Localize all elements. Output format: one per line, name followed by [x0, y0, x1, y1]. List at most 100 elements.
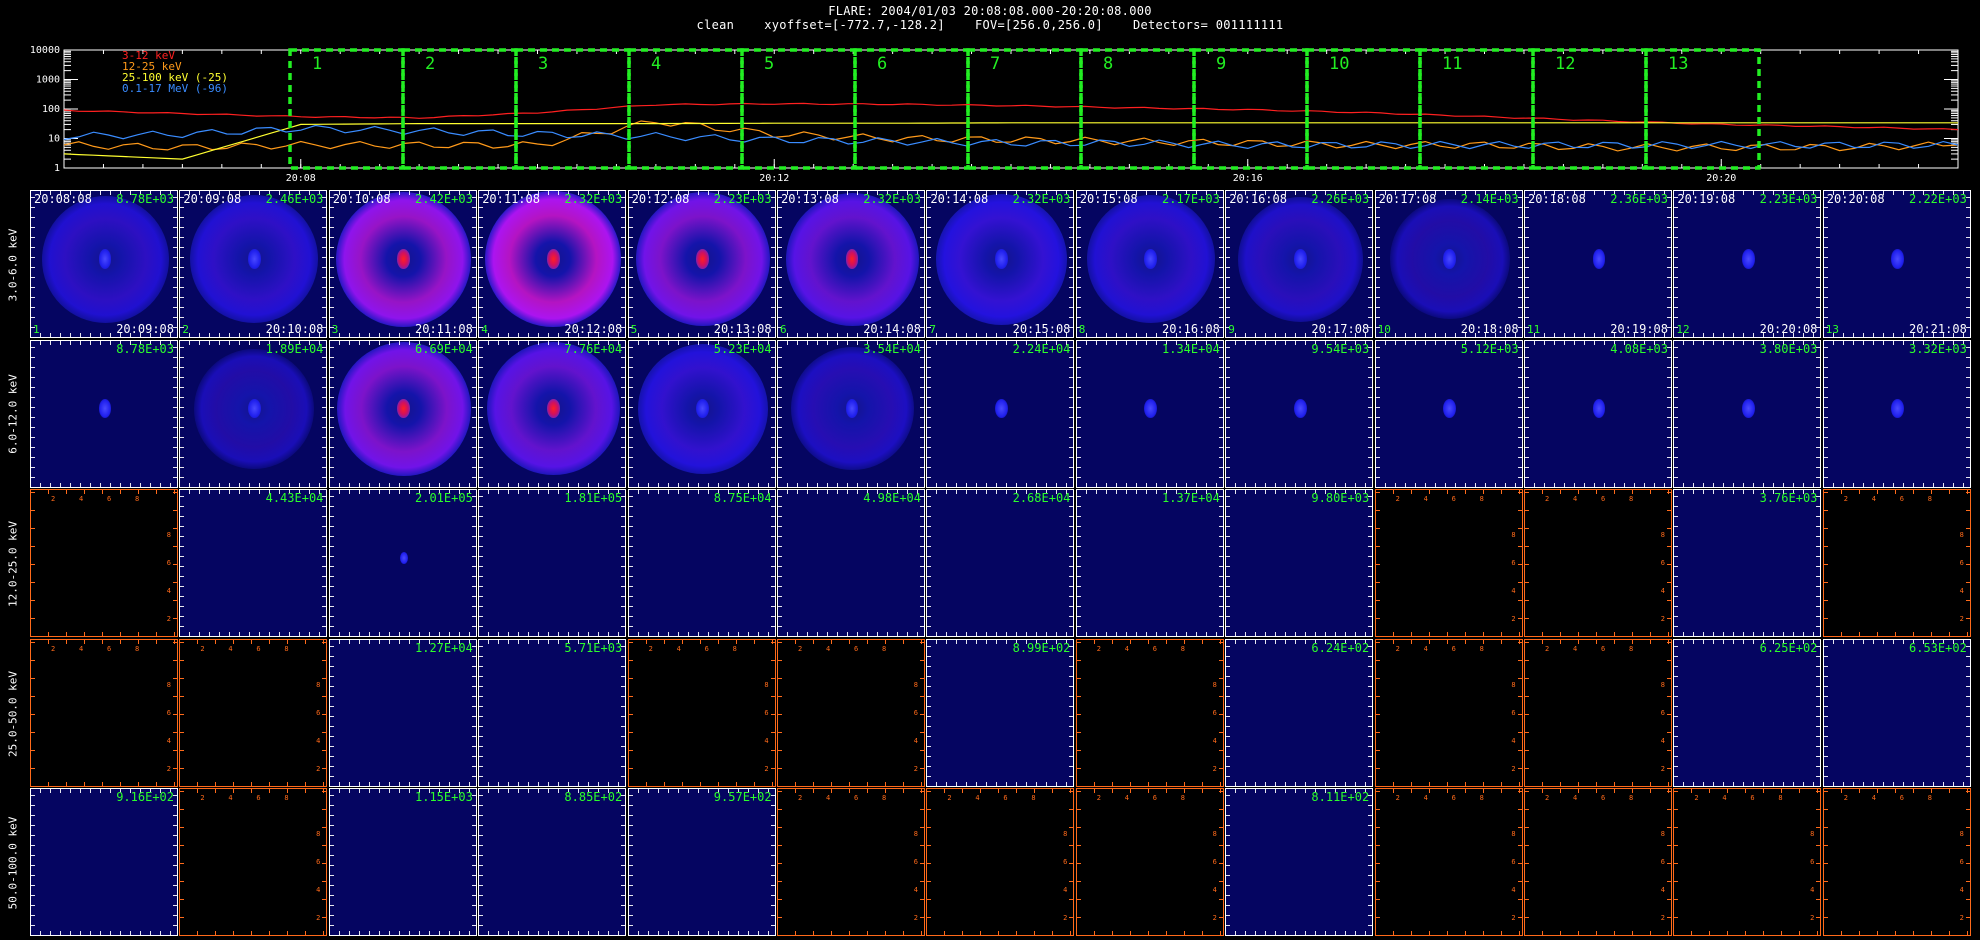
axis-ticks: [1226, 191, 1231, 337]
axis-ticks: [173, 789, 177, 936]
axis-ticks: [329, 490, 334, 637]
source-core: [1592, 249, 1606, 269]
peak-value: 2.46E+03: [265, 192, 324, 206]
axis-number: 4: [1959, 587, 1964, 596]
end-time: 20:11:08: [415, 322, 473, 336]
axis-ticks: [778, 639, 924, 644]
axis-ticks: [1667, 191, 1671, 337]
axis-ticks: [31, 639, 35, 786]
axis-ticks: [173, 639, 177, 786]
axis-ticks: [1368, 340, 1373, 487]
flare-image-cell: 2.17E+03 20:15:08 20:16:08 8: [1075, 190, 1224, 338]
peak-value: 4.98E+04: [863, 491, 921, 506]
axis-ticks: [1525, 781, 1671, 786]
peak-value: 5.71E+03: [564, 640, 623, 655]
axis-number: 8: [1511, 830, 1516, 839]
axis-number: 6: [107, 644, 112, 653]
axis-ticks: [1816, 639, 1821, 786]
axis-ticks: [927, 639, 932, 786]
axis-ticks: [1368, 191, 1373, 337]
axis-number: 8: [166, 680, 171, 689]
flare-image-cell: 2.26E+03 20:16:08 20:17:08 9: [1225, 190, 1374, 338]
axis-number: 6: [1660, 708, 1665, 717]
axis-number: 2: [166, 615, 171, 624]
interval-box: [1644, 48, 1761, 170]
axis-ticks: [927, 781, 1074, 786]
axis-number: 2: [1511, 615, 1516, 624]
peak-value: 1.27E+04: [415, 640, 473, 655]
axis-ticks: [927, 191, 932, 337]
axis-number: 2: [1959, 615, 1964, 624]
axis-number: 4: [676, 644, 681, 653]
interval-index: 11: [1527, 323, 1541, 336]
axis-ticks: [621, 340, 626, 487]
axis-ticks: [1525, 789, 1529, 936]
peak-value: 2.26E+03: [1311, 192, 1370, 206]
axis-number: 8: [764, 680, 769, 689]
start-time: 20:11:08: [482, 192, 540, 206]
flare-image-cell: 6.69E+04: [328, 339, 477, 488]
energy-band-text: 50.0-100.0 keV: [6, 816, 20, 910]
axis-ticks: [1076, 490, 1081, 637]
axis-ticks: [1076, 931, 1223, 936]
axis-ticks: [1226, 781, 1373, 786]
axis-number: 8: [284, 644, 289, 653]
source-core: [696, 398, 709, 419]
axis-ticks: [479, 191, 484, 337]
flare-image-cell: 3.76E+03: [1673, 489, 1822, 638]
axis-ticks: [329, 789, 334, 936]
axis-number: 2: [1545, 794, 1550, 803]
axis-ticks: [920, 490, 924, 637]
axis-ticks: [471, 490, 476, 637]
peak-value: 3.76E+03: [1759, 491, 1818, 506]
axis-ticks: [1823, 632, 1970, 637]
peak-value: 8.78E+03: [116, 341, 174, 356]
axis-number: 8: [284, 794, 289, 803]
series-line-4: [63, 124, 1959, 150]
axis-ticks: [180, 340, 185, 487]
axis-ticks: [1375, 482, 1522, 487]
axis-number: 8: [1479, 794, 1484, 803]
flare-image-cell: 2.32E+03 20:14:08 20:15:08 7: [926, 190, 1075, 338]
y-tick-label: 10: [48, 134, 60, 145]
axis-ticks: [1525, 931, 1671, 936]
axis-number: 2: [1545, 644, 1550, 653]
axis-ticks: [1525, 340, 1529, 487]
flare-image-cell: 5.12E+03: [1374, 339, 1523, 488]
start-time: 20:13:08: [781, 192, 839, 206]
axis-number: 6: [704, 644, 709, 653]
flare-image-cell: 8.85E+02: [478, 788, 627, 937]
empty-image-cell: 2 2 4 4 6 6 8 8: [179, 638, 328, 787]
peak-value: 1.81E+05: [564, 491, 623, 506]
axis-ticks: [1965, 490, 1970, 637]
axis-ticks: [471, 340, 476, 487]
source-core: [98, 249, 112, 269]
peak-value: 3.32E+03: [1909, 341, 1967, 356]
axis-number: 4: [1063, 886, 1068, 895]
axis-ticks: [1823, 789, 1828, 936]
end-time: 20:13:08: [713, 322, 772, 336]
start-time: 20:16:08: [1229, 192, 1287, 206]
peak-value: 9.16E+02: [116, 790, 174, 805]
axis-ticks: [322, 789, 327, 936]
axis-ticks: [778, 191, 782, 337]
source-core: [1741, 398, 1755, 419]
axis-ticks: [778, 931, 924, 936]
axis-ticks: [621, 490, 626, 637]
axis-ticks: [1525, 632, 1671, 637]
axis-ticks: [628, 340, 633, 487]
axis-number: 4: [1660, 587, 1665, 596]
axis-ticks: [31, 340, 35, 487]
axis-number: 6: [1899, 794, 1905, 803]
axis-number: 8: [316, 680, 321, 689]
axis-number: 2: [200, 794, 205, 803]
axis-ticks: [1226, 632, 1373, 637]
axis-ticks: [927, 490, 932, 637]
axis-ticks: [1674, 639, 1679, 786]
energy-band-text: 25.0-50.0 keV: [6, 670, 20, 757]
peak-value: 2.14E+03: [1460, 192, 1519, 206]
flare-image-cell: 5.71E+03: [478, 638, 627, 787]
axis-number: 8: [1629, 644, 1634, 653]
start-time: 20:20:08: [1826, 192, 1885, 206]
axis-number: 4: [1722, 794, 1727, 803]
